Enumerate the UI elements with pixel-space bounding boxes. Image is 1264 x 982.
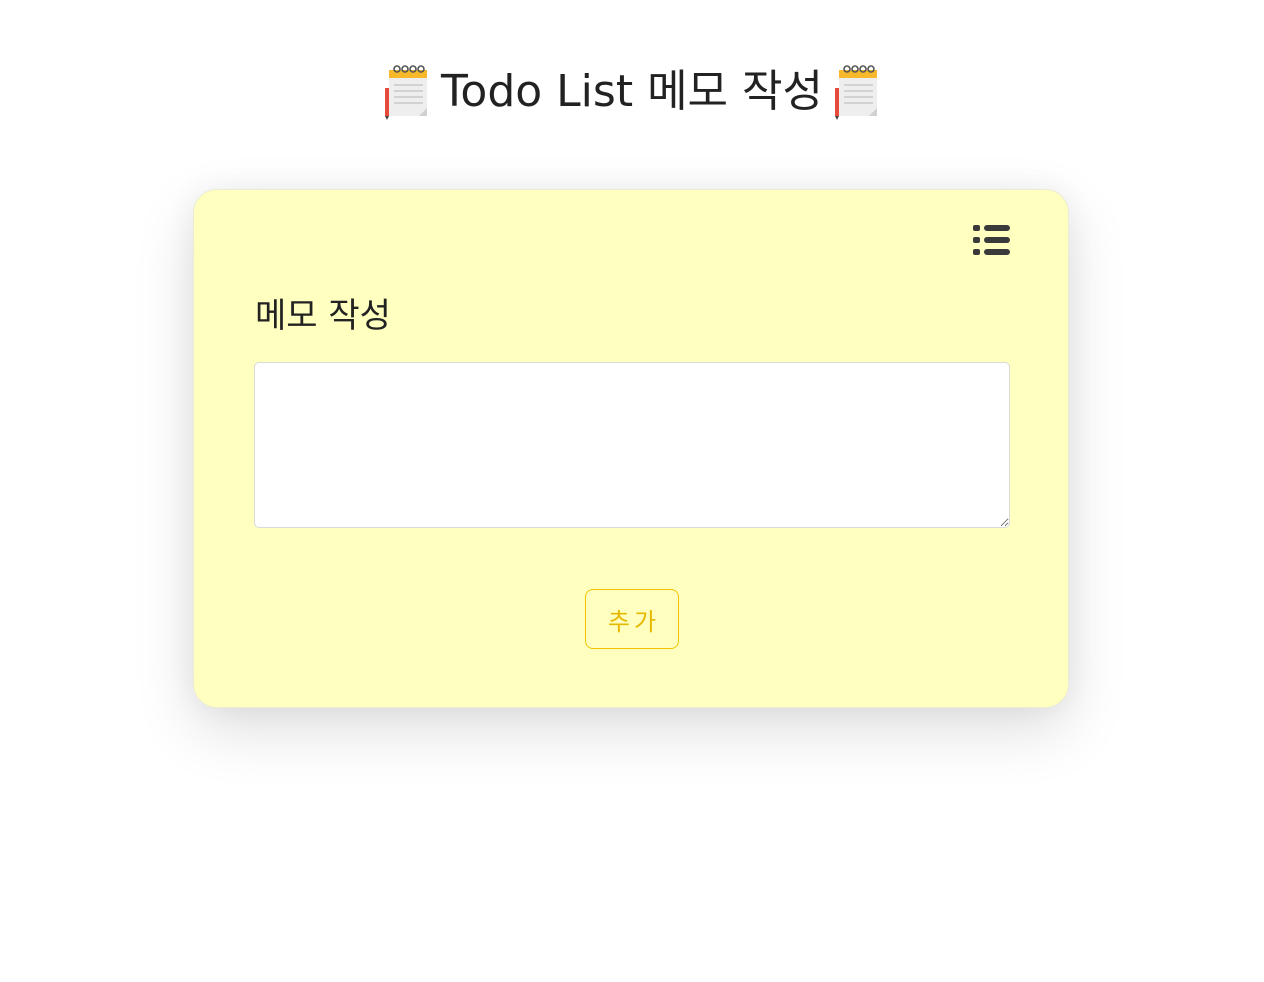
notepad-icon [833, 64, 881, 120]
memo-textarea[interactable] [254, 362, 1010, 528]
page: Todo List 메모 작성 메모 작성 추가 [0, 0, 1264, 982]
add-button[interactable]: 추가 [585, 589, 679, 649]
notepad-icon [383, 64, 431, 120]
page-title: Todo List 메모 작성 [0, 58, 1264, 126]
list-view-button[interactable] [972, 223, 1012, 259]
memo-card: 메모 작성 추가 [193, 189, 1069, 708]
page-title-text: Todo List 메모 작성 [441, 66, 823, 117]
list-icon [972, 225, 1012, 262]
memo-heading: 메모 작성 [255, 296, 391, 336]
